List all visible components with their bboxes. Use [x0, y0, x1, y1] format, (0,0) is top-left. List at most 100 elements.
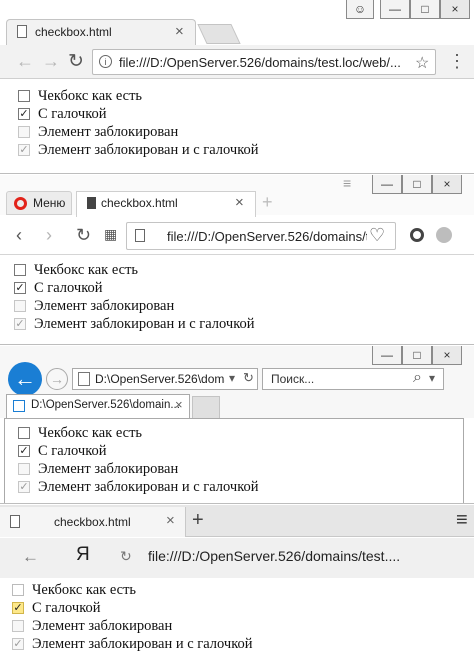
yandex-logo-icon[interactable]: Я — [76, 544, 90, 566]
maximize-button[interactable]: □ — [402, 175, 432, 194]
globe-icon[interactable] — [436, 227, 452, 243]
checkbox[interactable] — [18, 90, 30, 102]
checkbox[interactable] — [14, 264, 26, 276]
tab-title: checkbox.html — [54, 515, 131, 529]
maximize-button[interactable]: □ — [410, 0, 440, 19]
checkbox-checked[interactable]: ✓ — [14, 282, 26, 294]
tab-close-icon[interactable]: × — [175, 23, 184, 40]
checkbox-checked[interactable]: ✓ — [12, 602, 24, 614]
yandex-toolbar: ← Я ↻ file:///D:/OpenServer.526/domains/… — [0, 538, 474, 578]
search-dropdown-icon[interactable]: ▾ — [429, 371, 435, 385]
opera-menu-button[interactable]: Меню — [6, 191, 72, 215]
reload-icon[interactable]: ↻ — [68, 50, 84, 73]
document-icon — [87, 197, 96, 209]
url-text[interactable]: file:///D:/OpenServer.526/domains/test..… — [148, 548, 438, 564]
checkbox-label: С галочкой — [38, 105, 107, 122]
minimize-button[interactable]: — — [372, 346, 402, 365]
tab-close-icon[interactable]: × — [175, 397, 183, 412]
checkbox-disabled — [12, 620, 24, 632]
checkbox-label: Элемент заблокирован и с галочкой — [38, 141, 259, 158]
opera-tab[interactable]: checkbox.html × — [76, 191, 256, 217]
checkbox-label: Чекбокс как есть — [34, 261, 139, 278]
forward-icon[interactable]: → — [42, 51, 60, 72]
back-icon[interactable]: ← — [16, 51, 34, 72]
checkbox-disabled — [18, 126, 30, 138]
checkbox-row: ✓ С галочкой — [14, 279, 255, 297]
document-icon — [17, 25, 27, 38]
back-icon[interactable]: ← — [8, 362, 42, 396]
checkbox-row: Чекбокс как есть — [14, 261, 255, 279]
checkbox-checked[interactable]: ✓ — [18, 445, 30, 457]
menu-icon[interactable]: ⋮ — [448, 51, 466, 72]
menu-icon[interactable]: ≡ — [456, 509, 468, 532]
checkbox-checked[interactable]: ✓ — [18, 108, 30, 120]
profile-icon[interactable]: ☺ — [346, 0, 374, 19]
minimize-button[interactable]: — — [372, 175, 402, 194]
checkbox-list: Чекбокс как есть ✓ С галочкой Элемент заб… — [18, 87, 259, 159]
checkbox-label: Чекбокс как есть — [38, 87, 143, 104]
tab-close-icon[interactable]: × — [235, 194, 244, 211]
checkbox[interactable] — [18, 427, 30, 439]
checkbox-label: Элемент заблокирован и с галочкой — [32, 635, 253, 652]
minimize-button[interactable]: — — [380, 0, 410, 19]
dropdown-icon[interactable]: ▾ — [229, 371, 235, 385]
reload-icon[interactable]: ↻ — [120, 548, 132, 565]
url-text: file:///D:/OpenServer.526/domains/test.l… — [119, 55, 401, 70]
checkbox-disabled-checked: ✓ — [14, 317, 26, 330]
new-tab-button[interactable] — [192, 396, 220, 418]
checkbox-list: Чекбокс как есть ✓ С галочкой Элемент заб… — [14, 261, 255, 333]
add-tab-icon[interactable]: + — [192, 509, 204, 532]
checkbox[interactable] — [12, 584, 24, 596]
address-bar[interactable]: i file:///D:/OpenServer.526/domains/test… — [92, 49, 436, 75]
forward-icon[interactable]: → — [46, 368, 68, 390]
checkbox-row: ✓ С галочкой — [18, 105, 259, 123]
checkbox-label: Элемент заблокирован и с галочкой — [38, 478, 259, 495]
search-box[interactable]: Поиск... ⌕ ▾ — [262, 368, 444, 390]
address-text: D:\OpenServer.526\doma — [95, 372, 225, 386]
heart-icon[interactable]: ♡ — [369, 225, 385, 246]
address-bar[interactable]: D:\OpenServer.526\doma ▾ ↻ — [72, 368, 258, 390]
reload-icon[interactable]: ↻ — [76, 225, 91, 246]
checkbox-row: ✓ Элемент заблокирован и с галочкой — [18, 478, 259, 496]
address-bar[interactable]: file:///D:/OpenServer.526/domains/t ♡ — [126, 222, 396, 250]
page-icon — [78, 372, 90, 386]
maximize-button[interactable]: □ — [402, 346, 432, 365]
tab-close-icon[interactable]: × — [166, 512, 175, 529]
checkbox-row: Чекбокс как есть — [12, 581, 253, 599]
document-icon — [10, 515, 20, 528]
close-window-button[interactable]: × — [432, 346, 462, 365]
opera-browser-window: ≡ — □ × Меню checkbox.html × + ‹ › ↻ ▦ f… — [0, 175, 474, 345]
ie-window-controls: — □ × — [372, 346, 462, 365]
opera-toolbar: ‹ › ↻ ▦ file:///D:/OpenServer.526/domain… — [0, 217, 474, 255]
back-icon[interactable]: ← — [22, 547, 39, 567]
ie-tab[interactable]: D:\OpenServer.526\domain... × — [6, 394, 190, 418]
url-text: file:///D:/OpenServer.526/domains/t — [167, 229, 367, 244]
checkbox-label: Элемент заблокирован — [38, 460, 179, 477]
close-window-button[interactable]: × — [432, 175, 462, 194]
speed-dial-icon[interactable]: ≡ — [343, 175, 351, 191]
checkbox-row: Элемент заблокирован — [18, 123, 259, 141]
add-tab-icon[interactable]: + — [262, 192, 273, 213]
checkbox-label: С галочкой — [32, 599, 101, 616]
checkbox-row: Чекбокс как есть — [18, 424, 259, 442]
checkbox-row: ✓ С галочкой — [12, 599, 253, 617]
checkbox-disabled-checked: ✓ — [18, 480, 30, 493]
checkbox-label: С галочкой — [34, 279, 103, 296]
opera-o-icon[interactable] — [410, 228, 424, 242]
chrome-tab[interactable]: checkbox.html × — [6, 19, 196, 45]
bookmark-star-icon[interactable]: ☆ — [415, 53, 429, 73]
tab-title: D:\OpenServer.526\domain... — [31, 399, 180, 411]
checkbox-row: Элемент заблокирован — [18, 460, 259, 478]
reload-icon[interactable]: ↻ — [243, 370, 254, 386]
checkbox-label: Элемент заблокирован — [32, 617, 173, 634]
forward-icon[interactable]: › — [46, 225, 52, 246]
checkbox-label: Чекбокс как есть — [32, 581, 137, 598]
yandex-tab[interactable]: checkbox.html × — [0, 507, 186, 537]
back-icon[interactable]: ‹ — [16, 225, 22, 246]
checkbox-row: Элемент заблокирован — [12, 617, 253, 635]
info-icon: i — [99, 55, 112, 68]
close-window-button[interactable]: × — [440, 0, 470, 19]
search-icon[interactable]: ⌕ — [413, 369, 422, 387]
checkbox-row: ✓ Элемент заблокирован и с галочкой — [12, 635, 253, 653]
tabs-grid-icon[interactable]: ▦ — [104, 226, 117, 243]
